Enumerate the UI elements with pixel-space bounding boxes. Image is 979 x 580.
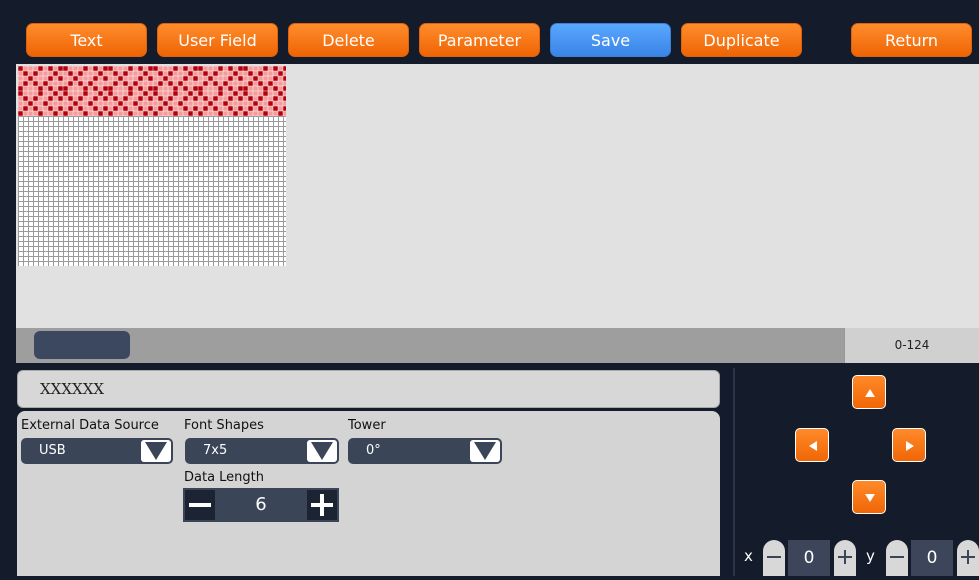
range-label: 0-124 [844, 328, 979, 363]
data-length-value: 6 [255, 494, 267, 515]
dropdown-arrow-icon [307, 440, 337, 462]
data-length-label: Data Length [184, 470, 265, 485]
delete-button[interactable]: Delete [288, 23, 409, 57]
font-shapes-value: 7x5 [203, 443, 228, 458]
parameter-button[interactable]: Parameter [419, 23, 540, 57]
plus-icon [311, 494, 333, 516]
data-length-increment-button[interactable] [307, 490, 337, 520]
external-data-source-label: External Data Source [21, 418, 159, 433]
print-canvas[interactable] [16, 64, 979, 328]
text-button[interactable]: Text [26, 23, 147, 57]
text-content-field[interactable]: XXXXXX [17, 370, 720, 408]
toolbar: Text User Field Delete Parameter Save Du… [0, 0, 979, 64]
minus-icon [890, 556, 904, 558]
move-down-button[interactable] [852, 480, 886, 514]
return-button[interactable]: Return [851, 23, 972, 57]
tower-label: Tower [348, 418, 386, 433]
y-decrement-button[interactable] [886, 540, 908, 576]
data-length-stepper[interactable]: 6 [183, 488, 339, 522]
y-coordinate-value[interactable]: 0 [911, 540, 953, 576]
tower-value: 0° [366, 443, 381, 458]
horizontal-scrollbar[interactable]: 0-124 [16, 328, 979, 363]
font-shapes-select[interactable]: 7x5 [185, 438, 339, 464]
y-increment-button[interactable] [957, 540, 979, 576]
plus-icon [838, 550, 852, 564]
duplicate-button[interactable]: Duplicate [681, 23, 802, 57]
scroll-thumb[interactable] [34, 331, 130, 359]
move-right-button[interactable] [892, 428, 926, 462]
move-left-button[interactable] [795, 428, 829, 462]
x-increment-button[interactable] [834, 540, 856, 576]
dropdown-arrow-icon [470, 440, 500, 462]
arrow-down-icon [865, 494, 875, 502]
dot-matrix-grid[interactable] [18, 66, 286, 266]
properties-panel [17, 411, 720, 576]
arrow-up-icon [865, 389, 875, 397]
minus-icon [189, 503, 211, 507]
x-decrement-button[interactable] [763, 540, 785, 576]
dropdown-arrow-icon [141, 440, 171, 462]
x-coordinate-value[interactable]: 0 [788, 540, 830, 576]
printed-text-preview[interactable] [18, 66, 286, 116]
y-coordinate-label: y [866, 547, 875, 565]
minus-icon [767, 556, 781, 558]
plus-icon [961, 550, 975, 564]
arrow-right-icon [906, 441, 914, 451]
panel-divider [733, 368, 735, 576]
external-data-source-value: USB [39, 443, 66, 458]
data-length-decrement-button[interactable] [185, 490, 215, 520]
save-button[interactable]: Save [550, 23, 671, 57]
user-field-button[interactable]: User Field [157, 23, 278, 57]
font-shapes-label: Font Shapes [184, 418, 264, 433]
external-data-source-select[interactable]: USB [21, 438, 173, 464]
arrow-left-icon [809, 441, 817, 451]
move-up-button[interactable] [852, 375, 886, 409]
x-coordinate-label: x [744, 547, 753, 565]
tower-select[interactable]: 0° [348, 438, 502, 464]
